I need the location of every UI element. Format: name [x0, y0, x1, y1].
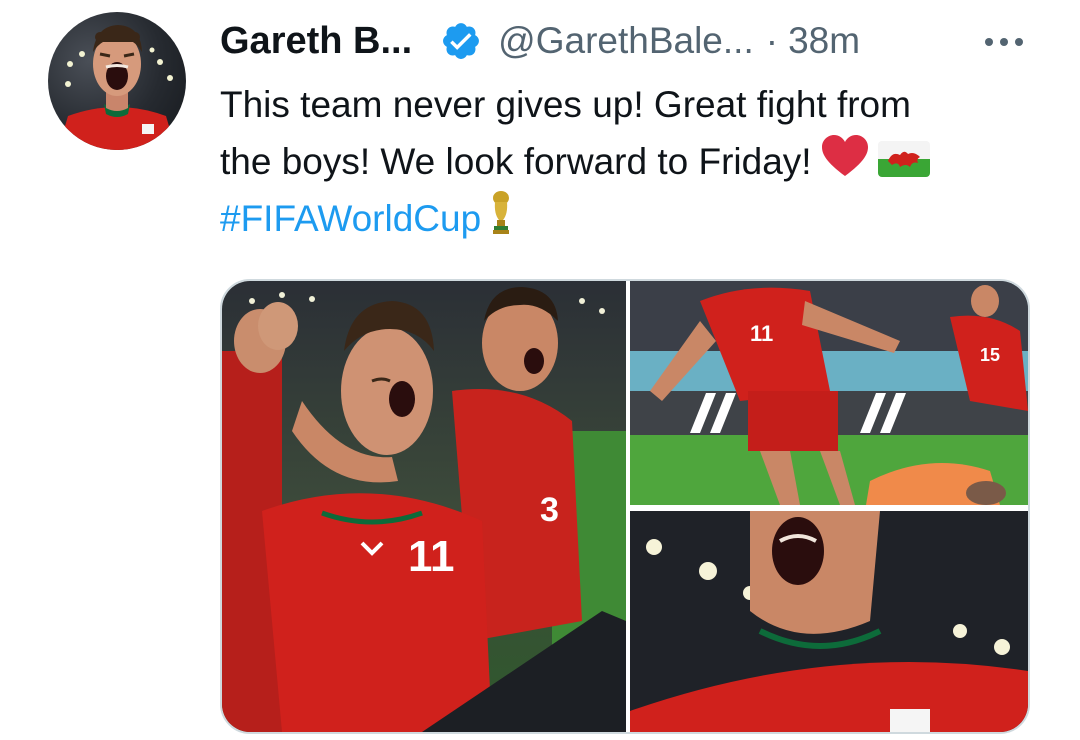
- author-avatar[interactable]: [48, 12, 186, 150]
- wales-flag-emoji: [877, 136, 930, 193]
- tweet-text-line-2: the boys! We look forward to Friday!: [220, 133, 1040, 190]
- verified-badge-icon[interactable]: [440, 20, 482, 62]
- tweet-text: This team never gives up! Great fight fr…: [220, 76, 1040, 247]
- red-heart-emoji: [820, 134, 870, 194]
- svg-text:3: 3: [540, 491, 559, 529]
- photo-bale-closeup[interactable]: [630, 511, 1028, 732]
- tweet-text-line-2-content: the boys! We look forward to Friday!: [220, 141, 812, 182]
- tweet-text-line-1: This team never gives up! Great fight fr…: [220, 84, 911, 125]
- more-options-icon[interactable]: [978, 22, 1030, 62]
- trophy-emoji: [489, 190, 513, 252]
- photo-team-celebration[interactable]: 3 11: [222, 281, 626, 732]
- tweet-header: Gareth B... @GarethBale... · 38m: [220, 16, 1030, 66]
- svg-text:11: 11: [408, 532, 455, 581]
- author-name[interactable]: Gareth B...: [220, 20, 412, 63]
- separator-dot: ·: [765, 20, 779, 61]
- author-handle[interactable]: @GarethBale...: [498, 20, 754, 62]
- tweet-text-line-3: #FIFAWorldCup: [220, 190, 1040, 247]
- hashtag-link[interactable]: #FIFAWorldCup: [220, 198, 481, 239]
- tweet-media-grid: 3 11 11 15: [220, 279, 1030, 734]
- timestamp[interactable]: 38m: [788, 20, 860, 62]
- svg-text:11: 11: [750, 321, 773, 346]
- photo-goal-celebration[interactable]: 11 15: [630, 281, 1028, 505]
- svg-text:15: 15: [980, 345, 1000, 365]
